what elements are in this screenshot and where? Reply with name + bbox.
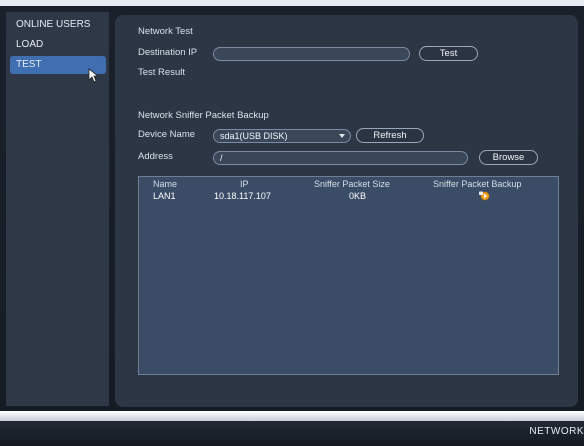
address-input[interactable]: /	[213, 151, 468, 165]
sniffer-table: Name IP Sniffer Packet Size Sniffer Pack…	[138, 176, 559, 375]
column-header-backup: Sniffer Packet Backup	[433, 179, 522, 189]
bottom-bar: NETWORK	[0, 421, 584, 446]
row-size-cell: 0KB	[349, 191, 367, 201]
sniffer-section-title: Network Sniffer Packet Backup	[138, 110, 269, 121]
destination-ip-label: Destination IP	[138, 47, 198, 58]
row-name-cell: LAN1	[153, 191, 176, 201]
test-result-label: Test Result	[138, 67, 185, 78]
screen: ONLINE USERS LOAD TEST Network Test Dest…	[0, 6, 584, 446]
column-header-ip: IP	[240, 179, 249, 189]
column-header-size: Sniffer Packet Size	[314, 179, 390, 189]
row-ip-cell: 10.18.117.107	[214, 191, 271, 201]
network-test-title: Network Test	[138, 26, 193, 37]
device-name-label: Device Name	[138, 129, 196, 140]
mouse-cursor-icon	[88, 68, 100, 83]
bottom-highlight-strip	[0, 411, 584, 421]
chevron-down-icon	[339, 134, 345, 138]
sidebar-item-load[interactable]: LOAD	[10, 36, 106, 54]
device-name-select[interactable]: sda1(USB DISK)	[213, 129, 351, 143]
test-button[interactable]: Test	[419, 46, 478, 61]
backup-start-icon[interactable]	[478, 190, 490, 201]
sidebar: ONLINE USERS LOAD TEST	[6, 12, 109, 406]
refresh-button[interactable]: Refresh	[356, 128, 424, 143]
column-header-name: Name	[153, 179, 178, 189]
browse-button[interactable]: Browse	[479, 150, 538, 165]
network-section-label[interactable]: NETWORK	[529, 426, 584, 437]
device-name-value: sda1(USB DISK)	[220, 131, 288, 141]
destination-ip-input[interactable]	[213, 47, 410, 61]
address-label: Address	[138, 151, 173, 162]
sidebar-item-online-users[interactable]: ONLINE USERS	[10, 16, 106, 34]
main-panel: Network Test Destination IP Test Test Re…	[115, 15, 578, 407]
